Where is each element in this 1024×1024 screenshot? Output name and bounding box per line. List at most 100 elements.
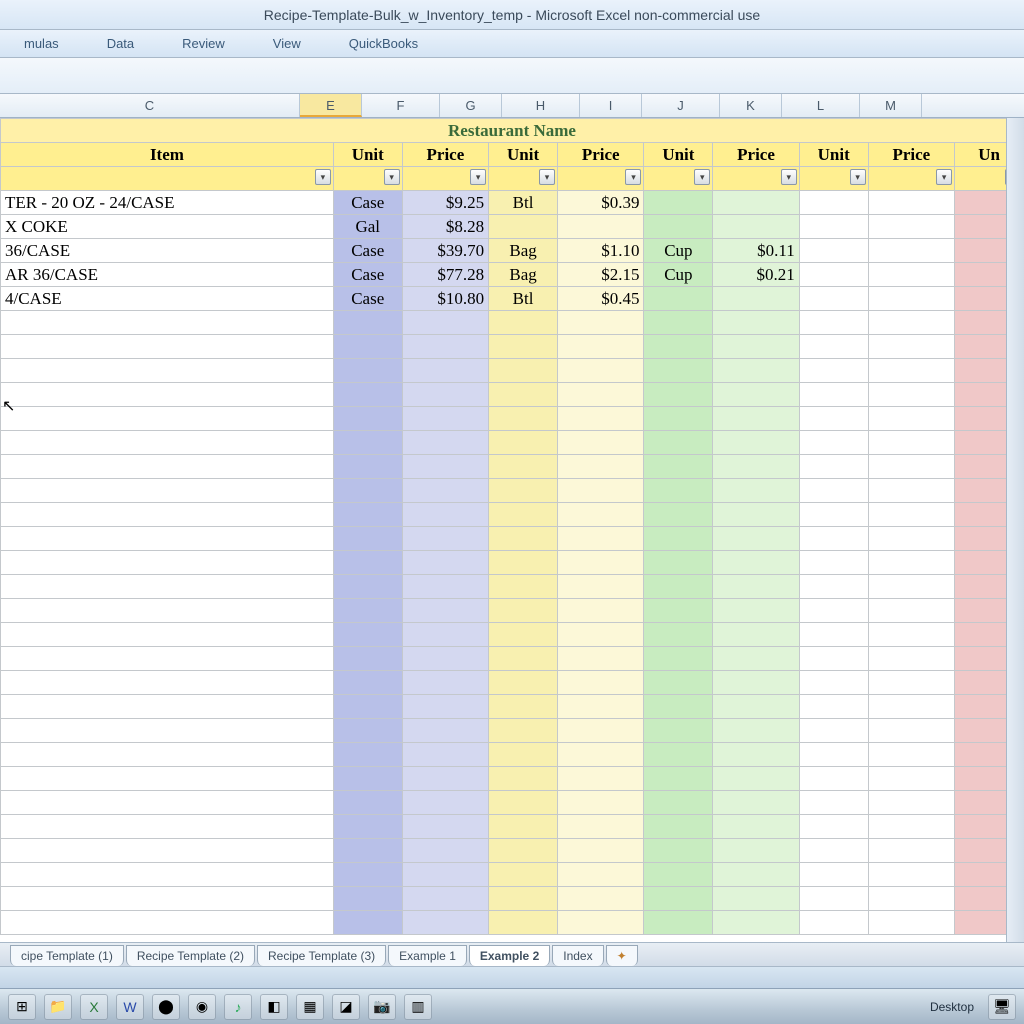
filter-dropdown-icon[interactable]: ▾ xyxy=(384,169,400,185)
unit-cell[interactable]: Cup xyxy=(644,239,713,263)
filter-cell[interactable]: ▾ xyxy=(402,167,489,191)
price-cell[interactable] xyxy=(713,407,800,431)
unit-cell[interactable]: Bag xyxy=(489,263,558,287)
item-cell[interactable]: 4/CASE xyxy=(1,287,334,311)
unit-cell[interactable] xyxy=(644,383,713,407)
price-cell[interactable] xyxy=(868,527,955,551)
filter-dropdown-icon[interactable]: ▾ xyxy=(781,169,797,185)
unit-cell[interactable] xyxy=(644,911,713,935)
price-cell[interactable] xyxy=(713,887,800,911)
unit-cell[interactable] xyxy=(799,215,868,239)
price-cell[interactable] xyxy=(557,551,644,575)
price-cell[interactable] xyxy=(557,839,644,863)
price-cell[interactable] xyxy=(868,575,955,599)
filter-cell[interactable]: ▾ xyxy=(489,167,558,191)
unit-cell[interactable]: Case xyxy=(333,191,402,215)
price-cell[interactable] xyxy=(557,623,644,647)
item-cell[interactable] xyxy=(1,743,334,767)
sheet-tab[interactable]: Example 2 xyxy=(469,945,550,966)
unit-cell[interactable] xyxy=(489,431,558,455)
item-cell[interactable] xyxy=(1,719,334,743)
unit-cell[interactable]: Btl xyxy=(489,191,558,215)
unit-cell[interactable] xyxy=(489,455,558,479)
unit-cell[interactable] xyxy=(489,839,558,863)
price-cell[interactable]: $0.21 xyxy=(713,263,800,287)
price-cell[interactable] xyxy=(402,383,489,407)
price-cell[interactable] xyxy=(713,599,800,623)
price-cell[interactable] xyxy=(868,743,955,767)
taskbar-desktop-icon[interactable]: 🖥 xyxy=(988,994,1016,1020)
unit-cell[interactable] xyxy=(333,551,402,575)
vertical-scrollbar[interactable] xyxy=(1006,118,1024,942)
sheet-tab[interactable]: Index xyxy=(552,945,603,966)
unit-cell[interactable] xyxy=(644,479,713,503)
price-cell[interactable] xyxy=(868,791,955,815)
unit-cell[interactable] xyxy=(644,551,713,575)
unit-cell[interactable]: Case xyxy=(333,263,402,287)
item-cell[interactable] xyxy=(1,431,334,455)
item-cell[interactable] xyxy=(1,887,334,911)
item-cell[interactable] xyxy=(1,311,334,335)
unit-cell[interactable] xyxy=(489,215,558,239)
sheet-tab[interactable]: cipe Template (1) xyxy=(10,945,124,966)
unit-cell[interactable] xyxy=(489,863,558,887)
unit-cell[interactable] xyxy=(489,551,558,575)
price-cell[interactable] xyxy=(402,671,489,695)
price-cell[interactable] xyxy=(402,623,489,647)
unit-cell[interactable] xyxy=(333,527,402,551)
unit-cell[interactable] xyxy=(489,719,558,743)
unit-cell[interactable]: Bag xyxy=(489,239,558,263)
price-cell[interactable]: $2.15 xyxy=(557,263,644,287)
taskbar-word-icon[interactable]: W xyxy=(116,994,144,1020)
unit-cell[interactable] xyxy=(489,359,558,383)
price-cell[interactable] xyxy=(868,911,955,935)
price-cell[interactable]: $0.39 xyxy=(557,191,644,215)
price-cell[interactable] xyxy=(402,407,489,431)
price-cell[interactable] xyxy=(868,287,955,311)
price-cell[interactable] xyxy=(868,503,955,527)
taskbar-spotify-icon[interactable]: ♪ xyxy=(224,994,252,1020)
price-cell[interactable] xyxy=(402,791,489,815)
item-cell[interactable]: TER - 20 OZ - 24/CASE xyxy=(1,191,334,215)
price-cell[interactable] xyxy=(713,839,800,863)
column-header-H[interactable]: H xyxy=(502,94,580,117)
unit-cell[interactable] xyxy=(333,575,402,599)
price-cell[interactable] xyxy=(713,863,800,887)
unit-cell[interactable] xyxy=(644,647,713,671)
unit-cell[interactable] xyxy=(489,647,558,671)
price-cell[interactable] xyxy=(713,527,800,551)
unit-cell[interactable] xyxy=(799,287,868,311)
unit-cell[interactable] xyxy=(489,695,558,719)
unit-cell[interactable] xyxy=(644,287,713,311)
price-cell[interactable] xyxy=(868,191,955,215)
price-cell[interactable] xyxy=(402,695,489,719)
unit-cell[interactable] xyxy=(644,407,713,431)
unit-cell[interactable] xyxy=(333,479,402,503)
price-cell[interactable] xyxy=(557,215,644,239)
column-header-J[interactable]: J xyxy=(642,94,720,117)
price-cell[interactable] xyxy=(402,767,489,791)
unit-cell[interactable] xyxy=(799,911,868,935)
unit-cell[interactable] xyxy=(333,599,402,623)
unit-cell[interactable] xyxy=(644,527,713,551)
item-cell[interactable] xyxy=(1,335,334,359)
price-cell[interactable] xyxy=(402,359,489,383)
price-cell[interactable] xyxy=(402,599,489,623)
price-cell[interactable] xyxy=(713,431,800,455)
unit-cell[interactable] xyxy=(799,263,868,287)
unit-cell[interactable] xyxy=(644,887,713,911)
item-cell[interactable] xyxy=(1,647,334,671)
ribbon-tab-formulas[interactable]: mulas xyxy=(24,36,59,51)
ribbon-tab-review[interactable]: Review xyxy=(182,36,225,51)
ribbon-tab-data[interactable]: Data xyxy=(107,36,134,51)
unit-cell[interactable] xyxy=(799,863,868,887)
item-cell[interactable] xyxy=(1,791,334,815)
unit-cell[interactable] xyxy=(489,743,558,767)
unit-cell[interactable] xyxy=(799,407,868,431)
unit-cell[interactable] xyxy=(644,311,713,335)
unit-cell[interactable] xyxy=(799,455,868,479)
item-cell[interactable] xyxy=(1,671,334,695)
item-cell[interactable] xyxy=(1,575,334,599)
price-cell[interactable]: $10.80 xyxy=(402,287,489,311)
price-cell[interactable] xyxy=(713,335,800,359)
